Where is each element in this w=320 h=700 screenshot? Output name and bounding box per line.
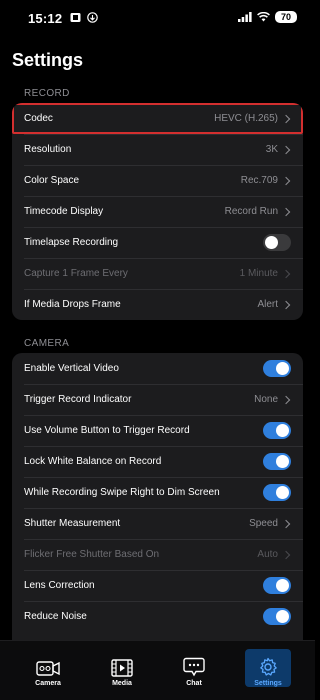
- chevron-right-icon: [281, 269, 291, 278]
- chevron-right-icon: [281, 176, 291, 185]
- setting-row-media-drops-frame[interactable]: If Media Drops Frame Alert: [12, 289, 303, 320]
- row-label: Flicker Free Shutter Based On: [24, 549, 160, 560]
- chevron-right-icon: [281, 114, 291, 123]
- row-label: Lock White Balance on Record: [24, 456, 162, 467]
- row-label: Lens Correction: [24, 580, 95, 591]
- setting-row-swipe-dim-screen: While Recording Swipe Right to Dim Scree…: [12, 477, 303, 508]
- camera-settings-group: Enable Vertical Video Trigger Record Ind…: [12, 353, 303, 640]
- chevron-right-icon: [281, 519, 291, 528]
- tab-chat[interactable]: Chat: [171, 649, 217, 687]
- row-value: Record Run: [224, 206, 278, 217]
- record-settings-group: Codec HEVC (H.265) Resolution 3K Color S…: [12, 103, 303, 320]
- download-icon: [87, 12, 98, 23]
- tab-label: Camera: [35, 680, 61, 687]
- vertical-video-toggle[interactable]: [263, 360, 291, 377]
- section-header-camera: CAMERA: [24, 338, 70, 349]
- tab-label: Settings: [254, 680, 282, 687]
- gear-icon: [260, 657, 277, 676]
- chat-icon: [183, 657, 205, 677]
- row-label: Color Space: [24, 175, 80, 186]
- lens-correction-toggle[interactable]: [263, 577, 291, 594]
- swipe-dim-toggle[interactable]: [263, 484, 291, 501]
- setting-row-lens-correction: Lens Correction: [12, 570, 303, 601]
- row-label: Timelapse Recording: [24, 237, 119, 248]
- setting-row-capture-frame-every: Capture 1 Frame Every 1 Minute: [12, 258, 303, 289]
- row-label: Shutter Measurement: [24, 518, 121, 529]
- chevron-right-icon: [281, 145, 291, 154]
- reduce-noise-toggle[interactable]: [263, 608, 291, 625]
- setting-row-shutter-measurement[interactable]: Shutter Measurement Speed: [12, 508, 303, 539]
- timelapse-toggle[interactable]: [263, 234, 291, 251]
- setting-row-timecode-display[interactable]: Timecode Display Record Run: [12, 196, 303, 227]
- status-time: 15:12: [28, 11, 63, 26]
- row-label: Resolution: [24, 144, 72, 155]
- row-value: Rec.709: [240, 175, 278, 186]
- row-value: 1 Minute: [239, 268, 278, 279]
- setting-row-lock-white-balance: Lock White Balance on Record: [12, 446, 303, 477]
- chevron-right-icon: [281, 395, 291, 404]
- battery-indicator: 70: [275, 11, 297, 23]
- volume-button-toggle[interactable]: [263, 422, 291, 439]
- tab-label: Media: [112, 680, 132, 687]
- app-notification-icon: [70, 13, 81, 22]
- section-header-record: RECORD: [24, 88, 70, 99]
- row-label: Trigger Record Indicator: [24, 394, 132, 405]
- row-value: HEVC (H.265): [214, 113, 278, 124]
- lock-white-balance-toggle[interactable]: [263, 453, 291, 470]
- row-value: Auto: [257, 549, 278, 560]
- signal-icon: [238, 12, 252, 22]
- setting-row-timelapse-recording: Timelapse Recording: [12, 227, 303, 258]
- chevron-right-icon: [281, 550, 291, 559]
- tab-bar: Camera Media Chat Settings: [0, 640, 315, 700]
- row-label: Reduce Noise: [24, 611, 87, 622]
- row-label: While Recording Swipe Right to Dim Scree…: [24, 487, 220, 498]
- status-bar: 15:12 70: [0, 0, 315, 36]
- row-value: Speed: [249, 518, 278, 529]
- row-value: 3K: [265, 144, 278, 155]
- row-label: Codec: [24, 113, 53, 124]
- row-label: Capture 1 Frame Every: [24, 268, 128, 279]
- setting-row-reduce-noise: Reduce Noise: [12, 601, 303, 632]
- row-label: If Media Drops Frame: [24, 299, 121, 310]
- film-icon: [111, 659, 133, 677]
- tab-media[interactable]: Media: [99, 649, 145, 687]
- setting-row-vertical-video: Enable Vertical Video: [12, 353, 303, 384]
- row-label: Use Volume Button to Trigger Record: [24, 425, 190, 436]
- row-value: None: [254, 394, 278, 405]
- tab-label: Chat: [186, 680, 202, 687]
- camera-icon: [36, 661, 60, 676]
- chevron-right-icon: [281, 300, 291, 309]
- setting-row-trigger-record-indicator[interactable]: Trigger Record Indicator None: [12, 384, 303, 415]
- setting-row-color-space[interactable]: Color Space Rec.709: [12, 165, 303, 196]
- page-title: Settings: [12, 50, 84, 70]
- setting-row-flicker-free-shutter: Flicker Free Shutter Based On Auto: [12, 539, 303, 570]
- tab-settings[interactable]: Settings: [245, 649, 291, 687]
- wifi-icon: [257, 12, 270, 22]
- setting-row-resolution[interactable]: Resolution 3K: [12, 134, 303, 165]
- row-label: Enable Vertical Video: [24, 363, 119, 374]
- row-value: Alert: [257, 299, 278, 310]
- tab-camera[interactable]: Camera: [25, 649, 71, 687]
- row-label: Timecode Display: [24, 206, 104, 217]
- setting-row-codec[interactable]: Codec HEVC (H.265): [12, 103, 303, 134]
- chevron-right-icon: [281, 207, 291, 216]
- setting-row-volume-button-record: Use Volume Button to Trigger Record: [12, 415, 303, 446]
